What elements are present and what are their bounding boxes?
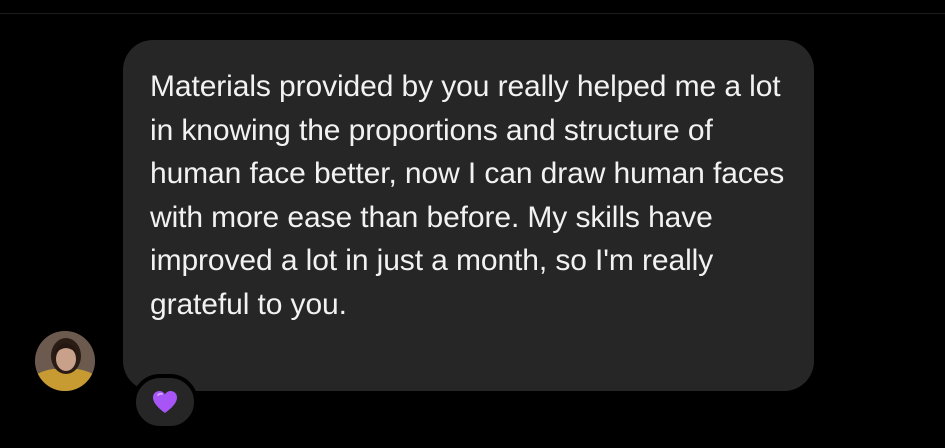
message-text: Materials provided by you really helped … — [150, 70, 785, 321]
top-divider — [0, 13, 945, 14]
avatar-photo — [35, 331, 95, 391]
reaction-badge[interactable] — [132, 374, 198, 430]
message-bubble[interactable]: Materials provided by you really helped … — [123, 40, 814, 391]
sender-avatar[interactable] — [35, 331, 95, 391]
purple-heart-icon — [153, 391, 177, 413]
